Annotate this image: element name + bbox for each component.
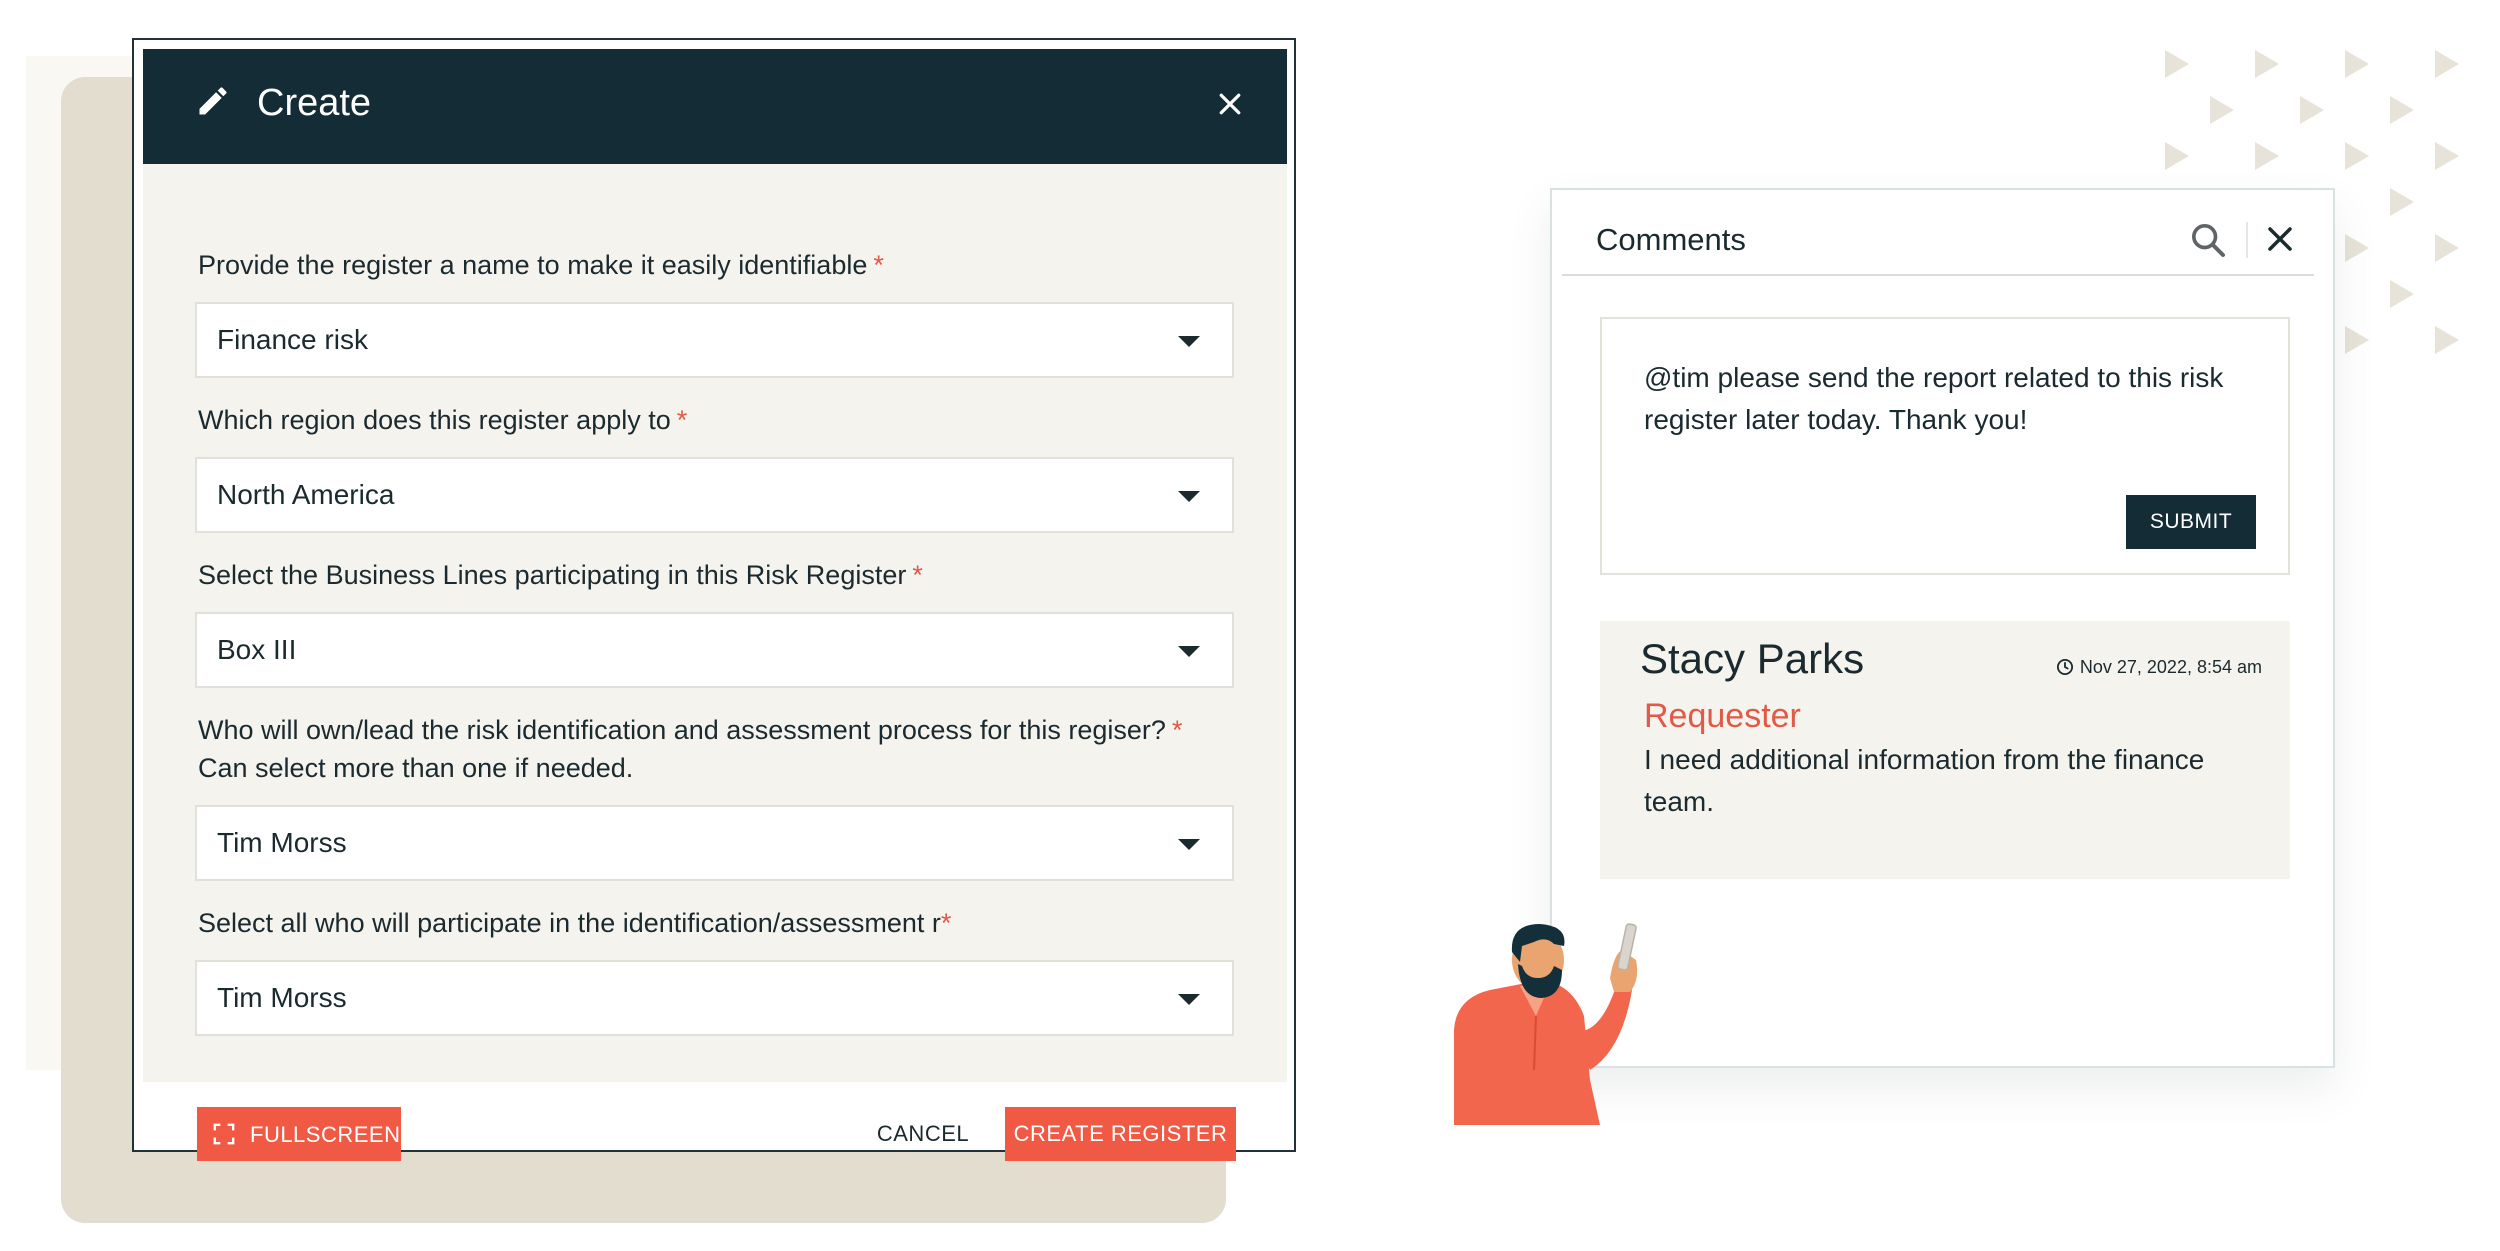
comment-item: Stacy Parks Nov 27, 2022, 8:54 am Reques… [1600,621,2290,879]
select-value: Tim Morss [217,982,347,1013]
comment-input-text[interactable]: @tim please send the report related to t… [1644,357,2244,441]
chevron-down-icon [1178,646,1200,657]
triangle-icon [2165,142,2189,170]
field-hint-owner: Can select more than one if needed. [198,753,634,783]
comment-input-box[interactable]: @tim please send the report related to t… [1600,317,2290,575]
select-value: Tim Morss [217,827,347,858]
pencil-icon [199,87,227,115]
dialog-form-body: Provide the register a name to make it e… [143,164,1287,1082]
cancel-button[interactable]: CANCEL [863,1107,983,1161]
dialog-footer: FULLSCREEN CANCEL CREATE REGISTER [143,1082,1287,1161]
business-lines-select[interactable]: Box III [195,612,1234,688]
register-name-select[interactable]: Finance risk [195,302,1234,378]
field-label-participants: Select all who will participate in the i… [198,908,952,938]
close-icon[interactable] [2265,224,2295,254]
owner-select[interactable]: Tim Morss [195,805,1234,881]
triangle-icon [2390,188,2414,216]
submit-button[interactable]: SUBMIT [2126,495,2256,549]
search-icon[interactable] [2188,220,2228,260]
field-label-owner: Who will own/lead the risk identificatio… [198,715,1183,745]
chevron-down-icon [1178,994,1200,1005]
comments-title: Comments [1596,222,1746,257]
triangle-icon [2390,96,2414,124]
fullscreen-button-label: FULLSCREEN [250,1122,401,1147]
triangle-icon [2345,326,2369,354]
field-label-region: Which region does this register apply to… [198,405,688,435]
clock-icon [2056,658,2073,676]
select-value: Box III [217,634,297,665]
create-register-dialog: Create Provide the register a name to ma… [132,38,1296,1161]
triangle-icon [2435,234,2459,262]
fullscreen-icon [213,1123,235,1145]
triangle-icon [2390,280,2414,308]
select-value: North America [217,479,395,510]
field-label-register-name: Provide the register a name to make it e… [198,250,884,280]
region-select[interactable]: North America [195,457,1234,533]
comment-role: Requester [1644,697,1801,735]
triangle-icon [2345,234,2369,262]
select-value: Finance risk [217,324,368,355]
close-icon[interactable] [1215,89,1245,119]
fullscreen-button[interactable]: FULLSCREEN [197,1107,401,1161]
triangle-icon [2435,142,2459,170]
triangle-icon [2300,96,2324,124]
field-label-business-lines: Select the Business Lines participating … [198,560,923,590]
participants-select[interactable]: Tim Morss [195,960,1234,1036]
triangle-icon [2345,142,2369,170]
divider [2246,222,2248,258]
dialog-header: Create [143,49,1287,164]
triangle-icon [2435,50,2459,78]
comment-timestamp: Nov 27, 2022, 8:54 am [2056,655,2262,679]
divider [1562,274,2314,276]
triangle-icon [2255,50,2279,78]
comment-body: I need additional information from the f… [1644,744,2205,817]
chevron-down-icon [1178,839,1200,850]
triangle-icon [2345,50,2369,78]
triangle-icon [2210,96,2234,124]
triangle-icon [2165,50,2189,78]
triangle-icon [2435,326,2459,354]
comment-author: Stacy Parks [1640,635,1865,682]
person-illustration [1454,923,1638,1125]
triangle-icon [2255,142,2279,170]
dialog-title: Create [257,82,372,124]
chevron-down-icon [1178,336,1200,347]
create-register-button[interactable]: CREATE REGISTER [1005,1107,1236,1161]
chevron-down-icon [1178,491,1200,502]
